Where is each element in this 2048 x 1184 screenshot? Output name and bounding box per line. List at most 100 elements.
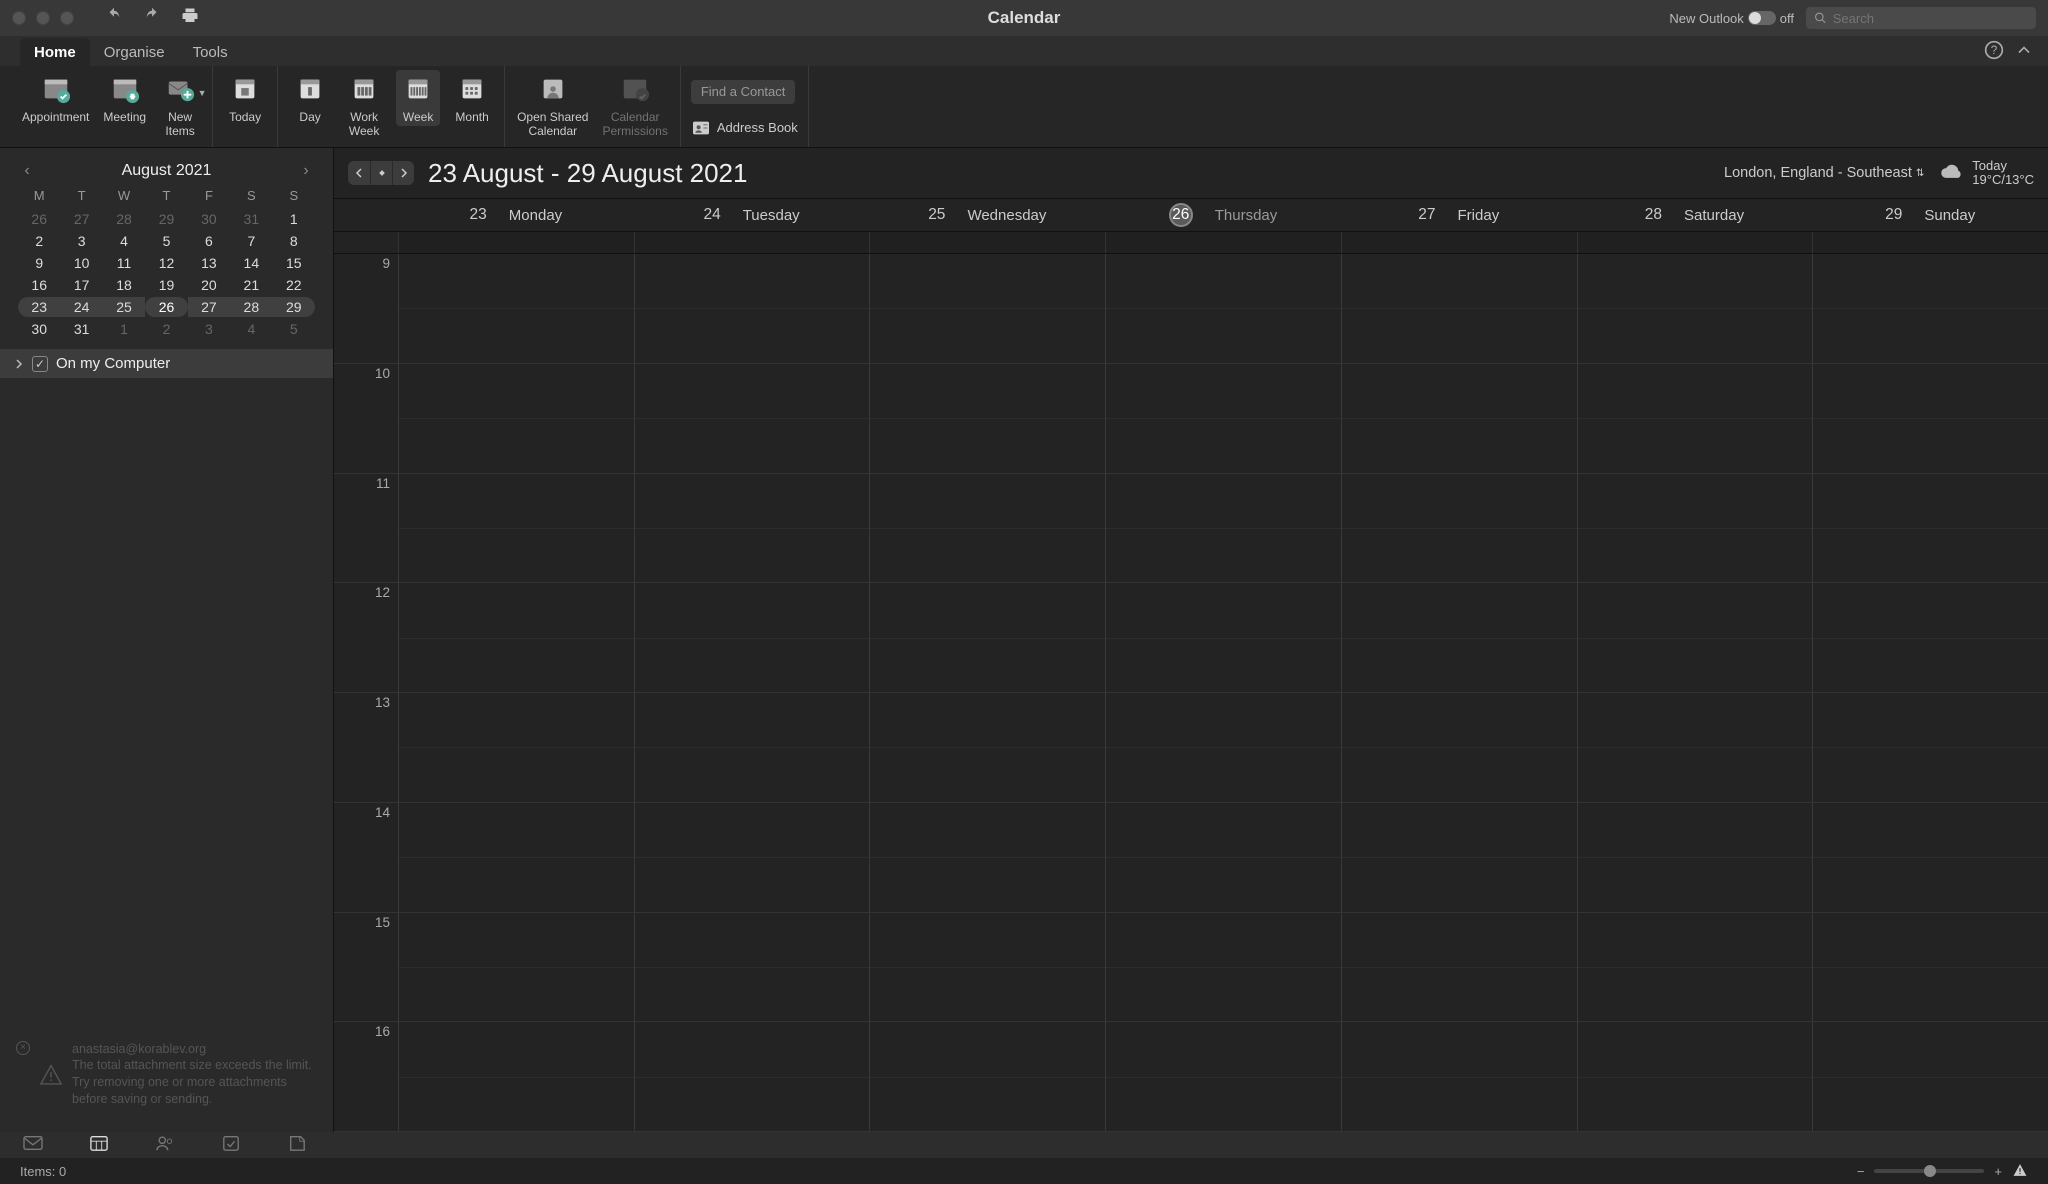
time-slot[interactable] bbox=[1812, 1022, 2048, 1131]
time-slot[interactable] bbox=[1105, 583, 1341, 692]
time-slot[interactable] bbox=[398, 1022, 634, 1131]
new-outlook-toggle[interactable]: New Outlook off bbox=[1669, 11, 1794, 26]
weather-widget[interactable]: Today 19°C/13°C bbox=[1938, 159, 2034, 188]
time-slot[interactable] bbox=[869, 364, 1105, 473]
mini-day[interactable]: 17 bbox=[60, 275, 102, 295]
time-slot[interactable] bbox=[398, 474, 634, 583]
mini-day[interactable]: 3 bbox=[60, 231, 102, 251]
mini-day[interactable]: 26 bbox=[145, 297, 187, 317]
mini-day[interactable]: 23 bbox=[18, 297, 60, 317]
day-header[interactable]: 26Thursday bbox=[1105, 199, 1341, 231]
mini-day[interactable]: 4 bbox=[230, 319, 272, 339]
undo-button[interactable] bbox=[104, 7, 124, 30]
time-slot[interactable] bbox=[1341, 693, 1577, 802]
mini-day[interactable]: 28 bbox=[103, 209, 145, 229]
mini-day[interactable]: 28 bbox=[230, 297, 272, 317]
time-slot[interactable] bbox=[869, 1022, 1105, 1131]
mini-day[interactable]: 25 bbox=[103, 297, 145, 317]
time-slot[interactable] bbox=[1341, 254, 1577, 363]
time-slot[interactable] bbox=[398, 583, 634, 692]
mini-day[interactable]: 9 bbox=[18, 253, 60, 273]
time-slot[interactable] bbox=[869, 693, 1105, 802]
month-view-button[interactable]: Month bbox=[450, 70, 494, 126]
time-slot[interactable] bbox=[869, 583, 1105, 692]
mini-day[interactable]: 31 bbox=[230, 209, 272, 229]
zoom-in-button[interactable]: + bbox=[1994, 1164, 2002, 1179]
calendar-module-button[interactable] bbox=[88, 1134, 110, 1157]
time-slot[interactable] bbox=[869, 254, 1105, 363]
next-month-button[interactable]: › bbox=[297, 162, 315, 180]
time-slot[interactable] bbox=[1812, 254, 2048, 363]
people-module-button[interactable] bbox=[154, 1134, 176, 1157]
time-slot[interactable] bbox=[1341, 364, 1577, 473]
time-slot[interactable] bbox=[634, 583, 870, 692]
time-slot[interactable] bbox=[1341, 583, 1577, 692]
mini-day[interactable]: 19 bbox=[145, 275, 187, 295]
prev-week-button[interactable] bbox=[348, 161, 370, 185]
day-header[interactable]: 24Tuesday bbox=[634, 199, 870, 231]
mini-day[interactable]: 14 bbox=[230, 253, 272, 273]
mini-day[interactable]: 30 bbox=[18, 319, 60, 339]
mini-day[interactable]: 4 bbox=[103, 231, 145, 251]
mini-day[interactable]: 2 bbox=[18, 231, 60, 251]
mini-day[interactable]: 11 bbox=[103, 253, 145, 273]
week-view-button[interactable]: Week bbox=[396, 70, 440, 126]
time-slot[interactable] bbox=[1812, 364, 2048, 473]
time-slot[interactable] bbox=[1812, 803, 2048, 912]
appointment-button[interactable]: Appointment bbox=[20, 70, 91, 126]
new-items-button[interactable]: New Items ▼ bbox=[158, 70, 202, 154]
mini-day[interactable]: 13 bbox=[188, 253, 230, 273]
time-slot[interactable] bbox=[398, 913, 634, 1022]
mini-day[interactable]: 6 bbox=[188, 231, 230, 251]
time-slot[interactable] bbox=[1577, 364, 1813, 473]
time-slot[interactable] bbox=[1105, 693, 1341, 802]
day-header[interactable]: 28Saturday bbox=[1577, 199, 1813, 231]
mini-day[interactable]: 16 bbox=[18, 275, 60, 295]
time-slot[interactable] bbox=[398, 364, 634, 473]
find-contact-input[interactable]: Find a Contact bbox=[691, 80, 796, 104]
tab-home[interactable]: Home bbox=[20, 38, 90, 66]
mini-day[interactable]: 27 bbox=[60, 209, 102, 229]
help-button[interactable]: ? bbox=[1984, 40, 2004, 65]
tasks-module-button[interactable] bbox=[220, 1134, 242, 1157]
time-slot[interactable] bbox=[1812, 913, 2048, 1022]
mini-day[interactable]: 31 bbox=[60, 319, 102, 339]
mini-day[interactable]: 5 bbox=[145, 231, 187, 251]
mini-day[interactable]: 29 bbox=[273, 297, 315, 317]
today-button[interactable]: Today bbox=[223, 70, 267, 126]
mini-day[interactable]: 1 bbox=[273, 209, 315, 229]
time-slot[interactable] bbox=[1577, 254, 1813, 363]
minimize-traffic[interactable] bbox=[36, 11, 50, 25]
time-slot[interactable] bbox=[398, 254, 634, 363]
time-slot[interactable] bbox=[1105, 254, 1341, 363]
time-slot[interactable] bbox=[398, 803, 634, 912]
time-slot[interactable] bbox=[1341, 913, 1577, 1022]
today-nav-button[interactable] bbox=[370, 161, 392, 185]
time-slot[interactable] bbox=[1577, 474, 1813, 583]
time-slot[interactable] bbox=[869, 474, 1105, 583]
day-header[interactable]: 23Monday bbox=[398, 199, 634, 231]
tab-organise[interactable]: Organise bbox=[90, 38, 179, 66]
mini-day[interactable]: 10 bbox=[60, 253, 102, 273]
time-slot[interactable] bbox=[634, 364, 870, 473]
day-header[interactable]: 25Wednesday bbox=[869, 199, 1105, 231]
mini-day[interactable]: 26 bbox=[18, 209, 60, 229]
search-box[interactable] bbox=[1806, 7, 2036, 29]
collapse-ribbon-button[interactable] bbox=[2014, 40, 2034, 65]
time-slot[interactable] bbox=[1105, 803, 1341, 912]
time-slot[interactable] bbox=[869, 803, 1105, 912]
time-slot[interactable] bbox=[1577, 1022, 1813, 1131]
time-slot[interactable] bbox=[1105, 474, 1341, 583]
mini-day[interactable]: 22 bbox=[273, 275, 315, 295]
time-slot[interactable] bbox=[634, 1022, 870, 1131]
calendar-list-item[interactable]: ✓ On my Computer bbox=[0, 349, 333, 378]
time-slot[interactable] bbox=[869, 913, 1105, 1022]
time-slot[interactable] bbox=[1577, 803, 1813, 912]
day-header[interactable]: 27Friday bbox=[1341, 199, 1577, 231]
mini-day[interactable]: 2 bbox=[145, 319, 187, 339]
time-slot[interactable] bbox=[1105, 1022, 1341, 1131]
time-slot[interactable] bbox=[1812, 693, 2048, 802]
mini-day[interactable]: 1 bbox=[103, 319, 145, 339]
time-grid[interactable]: 910111213141516 bbox=[334, 254, 2048, 1132]
open-shared-calendar-button[interactable]: Open Shared Calendar bbox=[515, 70, 590, 140]
